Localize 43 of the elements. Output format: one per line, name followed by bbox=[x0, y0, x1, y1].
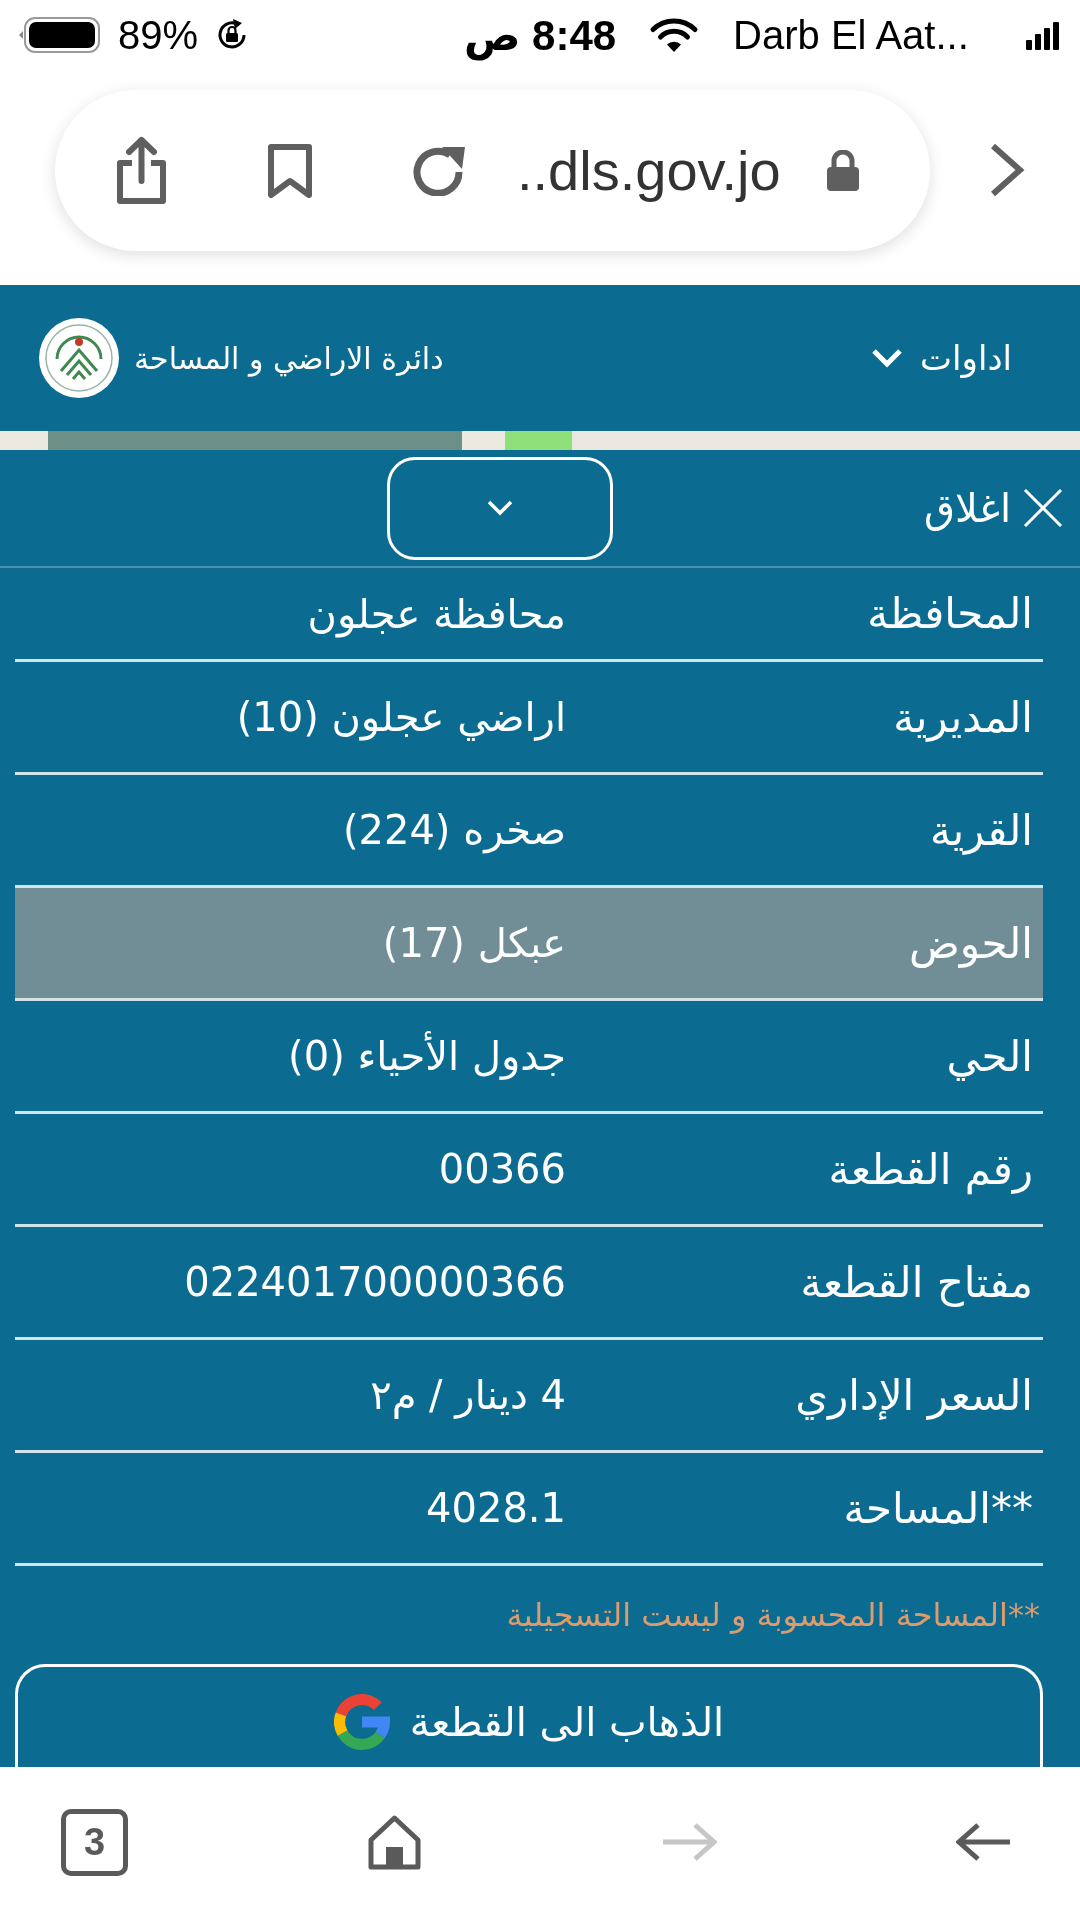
row-value: 4028.1 bbox=[426, 1485, 566, 1531]
row-value: محافظة عجلون bbox=[307, 590, 566, 637]
chevron-down-icon bbox=[871, 348, 904, 368]
battery-percent: 89% bbox=[118, 12, 199, 58]
row-value: 4 دينار / م٢ bbox=[370, 1372, 566, 1418]
url-text[interactable]: ..dls.gov.jo bbox=[517, 138, 781, 203]
row-label: رقم القطعة bbox=[828, 1144, 1033, 1194]
row-label: الحوض bbox=[908, 918, 1033, 968]
footnote-text: **المساحة المحسوبة و ليست التسجيلية bbox=[506, 1596, 1040, 1634]
site-title: دائرة الاراضي و المساحة bbox=[134, 340, 444, 376]
row-value: اراضي عجلون (10) bbox=[236, 694, 566, 740]
bookmark-icon[interactable] bbox=[267, 142, 313, 199]
close-button[interactable]: اغلاق bbox=[924, 485, 1064, 531]
reload-icon[interactable] bbox=[412, 145, 467, 196]
carrier-name: Darb El Aat... bbox=[733, 12, 969, 58]
row-value: جدول الأحياء (0) bbox=[288, 1033, 566, 1079]
tools-menu-button[interactable]: اداوات bbox=[871, 338, 1012, 378]
row-label: المديرية bbox=[893, 692, 1033, 742]
row-label: مفتاح القطعة bbox=[800, 1257, 1033, 1307]
collapse-button[interactable] bbox=[387, 456, 613, 560]
tabs-button[interactable]: 3 bbox=[61, 1808, 128, 1876]
row-label: **المساحة bbox=[843, 1483, 1033, 1533]
row-value: 00366 bbox=[438, 1146, 566, 1192]
home-icon[interactable] bbox=[367, 1814, 422, 1870]
chevron-down-icon bbox=[487, 500, 513, 516]
back-arrow-icon[interactable] bbox=[956, 1822, 1012, 1862]
row-label: الحي bbox=[946, 1031, 1033, 1081]
battery-icon bbox=[19, 17, 101, 53]
row-label: القرية bbox=[929, 805, 1033, 855]
signal-icon bbox=[1026, 20, 1060, 50]
chevron-right-icon[interactable] bbox=[988, 142, 1026, 198]
row-label: المحافظة bbox=[867, 589, 1033, 638]
wifi-icon bbox=[649, 17, 700, 53]
row-value: عبكل (17) bbox=[382, 920, 566, 966]
close-icon bbox=[1022, 487, 1064, 529]
lock-icon bbox=[824, 150, 861, 191]
row-value: 022401700000366 bbox=[184, 1259, 566, 1305]
logo-icon bbox=[38, 317, 120, 399]
row-label: السعر الإداري bbox=[795, 1370, 1033, 1420]
share-icon[interactable] bbox=[114, 135, 169, 206]
row-value: صخره (224) bbox=[342, 807, 566, 853]
g-logo-icon bbox=[333, 1694, 390, 1750]
clock-time: 8:48 ص bbox=[463, 10, 617, 60]
